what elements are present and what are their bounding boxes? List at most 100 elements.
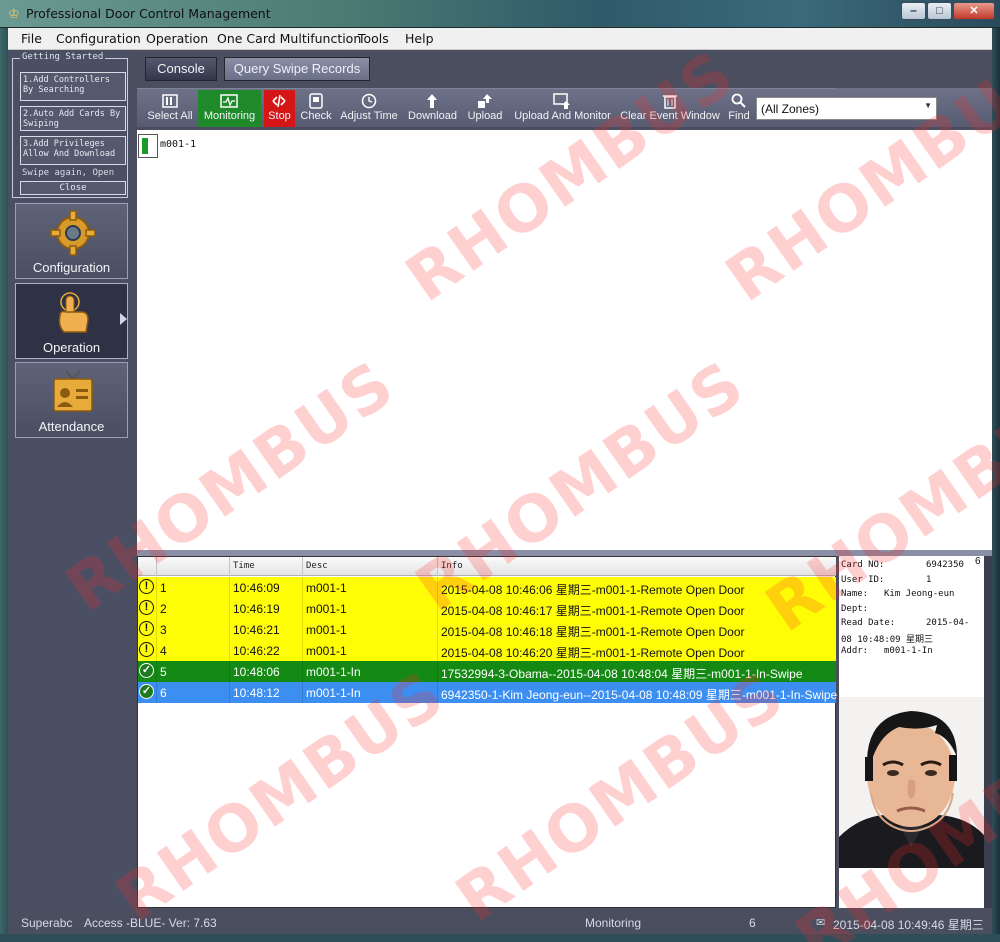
row-desc: m001-1 <box>306 644 347 658</box>
adjust-time-button[interactable]: Adjust Time <box>339 90 399 127</box>
warning-icon: ! <box>139 621 154 636</box>
getting-started-close-button[interactable]: Close <box>20 181 126 195</box>
row-desc: m001-1-In <box>306 686 361 700</box>
menu-operation[interactable]: Operation <box>146 31 208 46</box>
tab-console[interactable]: Console <box>145 57 217 81</box>
row-time: 10:46:19 <box>233 602 280 616</box>
menu-bar: File Configuration Operation One Card Mu… <box>8 28 992 50</box>
id-badge-icon <box>53 370 93 412</box>
check-shield-icon <box>309 93 323 109</box>
stop-button[interactable]: Stop <box>264 90 295 127</box>
right-edge-strip <box>984 556 992 908</box>
door-status-indicator <box>142 138 148 154</box>
door-label: m001-1 <box>160 139 197 150</box>
check-circle-icon: ✓ <box>139 663 154 678</box>
table-row[interactable]: ✓ 5 10:48:06 m001-1-In 17532994-3-Obama-… <box>138 661 836 682</box>
addr-label: Addr: <box>841 646 869 656</box>
check-label: Check <box>300 110 332 122</box>
row-time: 10:46:21 <box>233 623 280 637</box>
status-bar: Superabc Access -BLUE- Ver: 7.63 Monitor… <box>8 910 992 934</box>
door-icon[interactable] <box>138 134 158 158</box>
nav-operation[interactable]: Operation <box>15 283 128 359</box>
table-row[interactable]: ! 4 10:46:22 m001-1 2015-04-08 10:46:20 … <box>138 640 836 661</box>
column-header-time[interactable]: Time <box>233 561 255 571</box>
find-button[interactable]: Find <box>725 90 753 127</box>
menu-one-card-multifunction[interactable]: One Card Multifunction <box>217 31 361 46</box>
row-info: 2015-04-08 10:46:06 星期三-m001-1-Remote Op… <box>441 583 745 597</box>
stop-icon <box>272 94 286 108</box>
monitoring-button[interactable]: Monitoring <box>198 90 261 127</box>
add-privileges-button[interactable]: 3.Add Privileges Allow And Download <box>20 136 126 165</box>
addr-value: m001-1-In <box>884 646 933 656</box>
warning-icon: ! <box>139 642 154 657</box>
row-info: 2015-04-08 10:46:18 星期三-m001-1-Remote Op… <box>441 625 745 639</box>
add-controllers-button[interactable]: 1.Add Controllers By Searching <box>20 72 126 101</box>
row-info: 2015-04-08 10:46:17 星期三-m001-1-Remote Op… <box>441 604 745 618</box>
arrow-up-icon <box>427 94 437 108</box>
check-button[interactable]: Check <box>298 90 334 127</box>
table-row[interactable]: ✓ 6 10:48:12 m001-1-In 6942350-1-Kim Jeo… <box>138 682 837 703</box>
menu-tools[interactable]: Tools <box>358 31 389 46</box>
hand-pointer-icon <box>58 292 89 333</box>
getting-started-hint: Swipe again, Open <box>22 168 115 178</box>
nav-operation-label: Operation <box>42 340 101 355</box>
menu-file[interactable]: File <box>21 31 42 46</box>
window-title: Professional Door Control Management <box>26 6 271 21</box>
select-all-label: Select All <box>147 110 193 122</box>
minimize-button[interactable]: ‒ <box>901 2 926 20</box>
user-id-value: 1 <box>926 575 932 585</box>
user-id-label: User ID: <box>841 575 885 585</box>
maximize-button[interactable]: □ <box>927 2 952 20</box>
upload-button[interactable]: Upload <box>465 90 505 127</box>
name-label: Name: <box>841 589 869 599</box>
check-circle-icon: ✓ <box>139 684 154 699</box>
tab-query-swipe-records[interactable]: Query Swipe Records <box>224 57 370 81</box>
nav-attendance-label: Attendance <box>38 419 105 434</box>
clear-event-window-button[interactable]: Clear Event Window <box>620 90 720 127</box>
menu-configuration[interactable]: Configuration <box>56 31 141 46</box>
select-all-icon <box>162 94 178 108</box>
getting-started-title: Getting Started <box>20 52 106 62</box>
nav-configuration-label: Configuration <box>32 260 111 275</box>
nav-configuration[interactable]: Configuration <box>15 203 128 279</box>
column-header-desc[interactable]: Desc <box>306 561 328 571</box>
zone-select-value: (All Zones) <box>761 102 820 116</box>
zone-select[interactable]: (All Zones) ▼ <box>756 97 937 120</box>
row-number: 4 <box>160 644 167 658</box>
warning-icon: ! <box>139 579 154 594</box>
title-bar: ♔ Professional Door Control Management ‒… <box>0 0 1000 28</box>
door-map-canvas[interactable] <box>137 130 992 550</box>
table-row[interactable]: ! 1 10:46:09 m001-1 2015-04-08 10:46:06 … <box>138 577 836 598</box>
window-border-left <box>0 28 8 942</box>
status-datetime: 2015-04-08 10:49:46 星期三 <box>833 918 984 932</box>
table-row[interactable]: ! 2 10:46:19 m001-1 2015-04-08 10:46:17 … <box>138 598 836 619</box>
upload-label: Upload <box>467 110 503 122</box>
auto-add-cards-button[interactable]: 2.Auto Add Cards By Swiping <box>20 106 126 131</box>
clock-icon <box>361 93 377 109</box>
stop-label: Stop <box>268 110 291 122</box>
upload-and-monitor-button[interactable]: Upload And Monitor <box>511 90 614 127</box>
upload-and-monitor-label: Upload And Monitor <box>514 110 611 122</box>
monitor-icon <box>220 94 238 108</box>
upload-icon <box>478 94 492 108</box>
cardholder-photo <box>839 697 984 868</box>
row-number: 2 <box>160 602 167 616</box>
column-header-info[interactable]: Info <box>441 561 463 571</box>
card-no-label: Card NO: <box>841 560 885 570</box>
find-label: Find <box>728 110 750 122</box>
download-button[interactable]: Download <box>405 90 460 127</box>
card-info-panel: Card NO: 6942350 User ID: 1 Name: Kim Je… <box>839 556 984 697</box>
search-icon <box>731 93 746 108</box>
row-time: 10:48:06 <box>233 665 280 679</box>
nav-attendance[interactable]: Attendance <box>15 362 128 438</box>
menu-help[interactable]: Help <box>405 31 434 46</box>
read-date-value-cont: 08 10:48:09 星期三 <box>841 635 934 645</box>
read-date-label: Read Date: <box>841 618 896 628</box>
table-row[interactable]: ! 3 10:46:21 m001-1 2015-04-08 10:46:18 … <box>138 619 836 640</box>
dept-label: Dept: <box>841 604 869 614</box>
upload-monitor-icon <box>553 93 570 109</box>
close-button[interactable]: ✕ <box>953 2 995 20</box>
select-all-button[interactable]: Select All <box>146 90 194 127</box>
row-number: 5 <box>160 665 167 679</box>
row-desc: m001-1 <box>306 581 347 595</box>
